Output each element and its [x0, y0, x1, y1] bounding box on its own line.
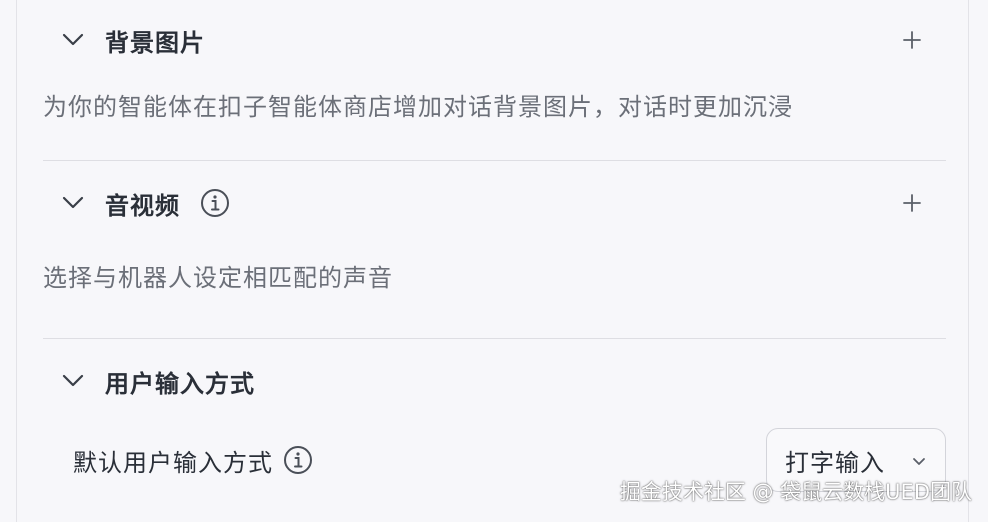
divider — [43, 338, 946, 339]
section-header[interactable]: 背景图片 — [43, 20, 946, 60]
section-title: 音视频 — [105, 191, 180, 220]
plus-icon[interactable] — [900, 191, 924, 215]
section-description: 选择与机器人设定相匹配的声音 — [43, 264, 393, 292]
chevron-down-icon[interactable] — [61, 28, 85, 52]
section-description: 为你的智能体在扣子智能体商店增加对话背景图片，对话时更加沉浸 — [43, 93, 793, 121]
settings-panel: 背景图片 为你的智能体在扣子智能体商店增加对话背景图片，对话时更加沉浸 音视频 … — [16, 0, 969, 522]
select-value: 打字输入 — [785, 448, 885, 477]
section-header[interactable]: 用户输入方式 — [43, 361, 946, 401]
chevron-down-icon[interactable] — [61, 369, 85, 393]
section-title: 背景图片 — [105, 28, 205, 57]
section-audio-video: 音视频 选择与机器人设定相匹配的声音 — [43, 183, 946, 293]
plus-icon[interactable] — [900, 28, 924, 52]
section-title: 用户输入方式 — [105, 369, 255, 398]
default-input-method-label: 默认用户输入方式 — [73, 448, 273, 477]
divider — [43, 160, 946, 161]
info-icon[interactable] — [200, 188, 230, 218]
info-icon[interactable] — [283, 445, 313, 475]
watermark: 掘金技术社区 @ 袋鼠云数栈UED团队 — [619, 480, 972, 504]
section-background-image: 背景图片 为你的智能体在扣子智能体商店增加对话背景图片，对话时更加沉浸 — [43, 20, 946, 122]
section-user-input: 用户输入方式 — [43, 361, 946, 401]
section-header[interactable]: 音视频 — [43, 183, 946, 223]
chevron-down-icon[interactable] — [61, 191, 85, 215]
chevron-down-icon — [909, 451, 929, 471]
